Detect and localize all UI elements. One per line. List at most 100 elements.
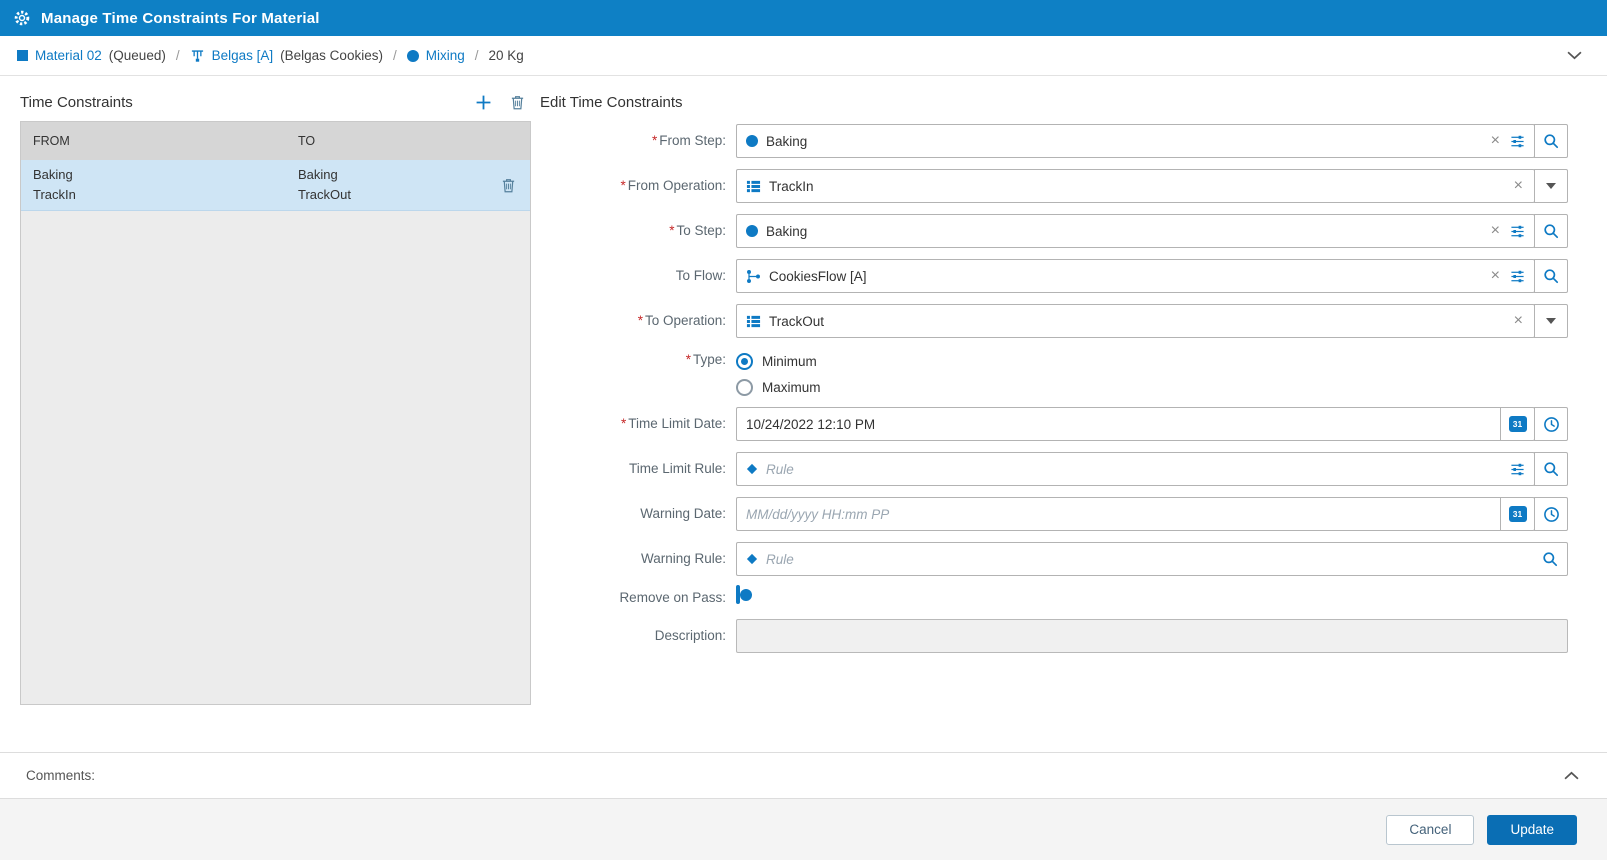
remove-on-pass-toggle[interactable] xyxy=(736,585,752,604)
calendar-icon: 31 xyxy=(1508,416,1527,432)
edit-form-panel: Edit Time Constraints * From Step: Baking… xyxy=(540,76,1607,752)
footer-bar: Cancel Update xyxy=(0,798,1607,860)
search-icon xyxy=(1543,268,1559,284)
required-marker: * xyxy=(637,313,643,328)
add-constraint-button[interactable] xyxy=(475,94,492,111)
calendar-icon: 31 xyxy=(1508,506,1527,522)
warning-date-calendar-button[interactable]: 31 xyxy=(1500,498,1534,530)
required-marker: * xyxy=(685,352,691,367)
plus-icon xyxy=(475,94,492,111)
collapse-header-button[interactable] xyxy=(1567,51,1590,60)
to-step-search-button[interactable] xyxy=(1534,214,1568,248)
from-step-field[interactable]: Baking × xyxy=(736,124,1535,158)
time-limit-date-time-button[interactable] xyxy=(1534,407,1568,441)
time-limit-date-label: * Time Limit Date: xyxy=(620,416,726,431)
type-option-minimum[interactable]: Minimum xyxy=(736,353,821,370)
table-header: FROM TO xyxy=(21,122,530,160)
warning-date-input[interactable] xyxy=(746,506,1492,522)
form-row-from-operation: * From Operation: TrackIn × xyxy=(540,169,1568,203)
breadcrumb-separator: / xyxy=(392,48,397,63)
form-row-time-limit-date: *Time Limit Date: 31 xyxy=(540,407,1568,441)
filter-icon[interactable] xyxy=(1510,269,1525,284)
step-icon xyxy=(746,225,758,237)
to-operation-label: * To Operation: xyxy=(637,313,726,328)
time-limit-rule-search-button[interactable] xyxy=(1534,452,1568,486)
radio-unselected-icon[interactable] xyxy=(736,379,753,396)
column-header-to[interactable]: TO xyxy=(286,134,486,148)
required-marker: * xyxy=(669,223,675,238)
toggle-knob xyxy=(740,588,752,601)
clear-icon[interactable]: × xyxy=(1512,178,1525,194)
clock-icon xyxy=(1543,416,1560,433)
form-row-to-flow: To Flow: CookiesFlow [A] × xyxy=(540,259,1568,293)
time-limit-date-input[interactable] xyxy=(746,416,1492,432)
filter-icon[interactable] xyxy=(1510,224,1525,239)
filter-icon[interactable] xyxy=(1510,462,1525,477)
time-limit-rule-field[interactable]: Rule xyxy=(736,452,1535,486)
to-flow-field[interactable]: CookiesFlow [A] × xyxy=(736,259,1535,293)
form-title: Edit Time Constraints xyxy=(540,94,683,111)
to-flow-search-button[interactable] xyxy=(1534,259,1568,293)
time-constraints-panel: Time Constraints FROM TO Baking TrackIn xyxy=(0,76,540,752)
radio-selected-icon[interactable] xyxy=(736,353,753,370)
breadcrumb-material-status: (Queued) xyxy=(108,48,166,63)
required-marker: * xyxy=(620,416,627,431)
delete-constraint-button[interactable] xyxy=(510,94,525,111)
form-row-to-step: * To Step: Baking × xyxy=(540,214,1568,248)
comments-collapse-button[interactable] xyxy=(1564,771,1581,780)
trash-icon xyxy=(501,177,516,194)
breadcrumb-flow-desc: (Belgas Cookies) xyxy=(280,48,383,63)
from-operation-field[interactable]: TrackIn × xyxy=(736,169,1535,203)
form-row-from-step: * From Step: Baking × xyxy=(540,124,1568,158)
breadcrumb-step-link[interactable]: Mixing xyxy=(426,48,465,63)
row-to-operation: TrackOut xyxy=(298,187,351,203)
clear-icon[interactable]: × xyxy=(1512,313,1525,329)
form-row-description: Description: xyxy=(540,619,1568,653)
cancel-button[interactable]: Cancel xyxy=(1386,814,1475,845)
to-step-field[interactable]: Baking × xyxy=(736,214,1535,248)
warning-date-label: Warning Date: xyxy=(640,506,726,521)
step-icon xyxy=(746,135,758,147)
constraints-table: FROM TO Baking TrackIn Baking TrackOut xyxy=(20,121,531,705)
to-operation-field[interactable]: TrackOut × xyxy=(736,304,1535,338)
search-icon[interactable] xyxy=(1542,551,1558,567)
warning-date-time-button[interactable] xyxy=(1534,497,1568,531)
form-row-time-limit-rule: Time Limit Rule: Rule xyxy=(540,452,1568,486)
to-step-label: * To Step: xyxy=(669,223,726,238)
comments-label: Comments: xyxy=(26,768,96,783)
clear-icon[interactable]: × xyxy=(1489,133,1502,149)
to-operation-dropdown-button[interactable] xyxy=(1534,304,1568,338)
breadcrumb: Material 02 (Queued) / Belgas [A] (Belga… xyxy=(0,36,1607,76)
description-label: Description: xyxy=(654,628,726,643)
to-flow-value: CookiesFlow [A] xyxy=(769,268,867,284)
warning-rule-field[interactable]: Rule xyxy=(736,542,1568,576)
from-operation-dropdown-button[interactable] xyxy=(1534,169,1568,203)
type-minimum-label: Minimum xyxy=(762,354,817,369)
caret-down-icon xyxy=(1546,318,1556,324)
form-row-type: * Type: Minimum Maximum xyxy=(540,349,1568,396)
breadcrumb-material-link[interactable]: Material 02 xyxy=(35,48,102,63)
time-limit-date-field[interactable]: 31 xyxy=(736,407,1535,441)
clear-icon[interactable]: × xyxy=(1489,223,1502,239)
breadcrumb-separator: / xyxy=(474,48,479,63)
required-marker: * xyxy=(651,133,658,148)
caret-down-icon xyxy=(1546,183,1556,189)
breadcrumb-flow-link[interactable]: Belgas [A] xyxy=(212,48,274,63)
row-from-cell: Baking TrackIn xyxy=(21,160,286,210)
from-step-label: * From Step: xyxy=(651,133,726,148)
to-operation-value: TrackOut xyxy=(769,313,825,329)
to-flow-label: To Flow: xyxy=(675,268,726,283)
filter-icon[interactable] xyxy=(1510,134,1525,149)
time-limit-date-calendar-button[interactable]: 31 xyxy=(1500,408,1534,440)
type-maximum-label: Maximum xyxy=(762,380,821,395)
warning-date-field[interactable]: 31 xyxy=(736,497,1535,531)
description-input[interactable] xyxy=(736,619,1568,653)
table-row[interactable]: Baking TrackIn Baking TrackOut xyxy=(21,160,530,212)
row-delete-button[interactable] xyxy=(501,177,516,194)
time-limit-rule-label: Time Limit Rule: xyxy=(628,461,726,476)
type-option-maximum[interactable]: Maximum xyxy=(736,379,821,396)
from-step-search-button[interactable] xyxy=(1534,124,1568,158)
clear-icon[interactable]: × xyxy=(1489,268,1502,284)
update-button[interactable]: Update xyxy=(1487,814,1577,845)
column-header-from[interactable]: FROM xyxy=(21,134,286,148)
